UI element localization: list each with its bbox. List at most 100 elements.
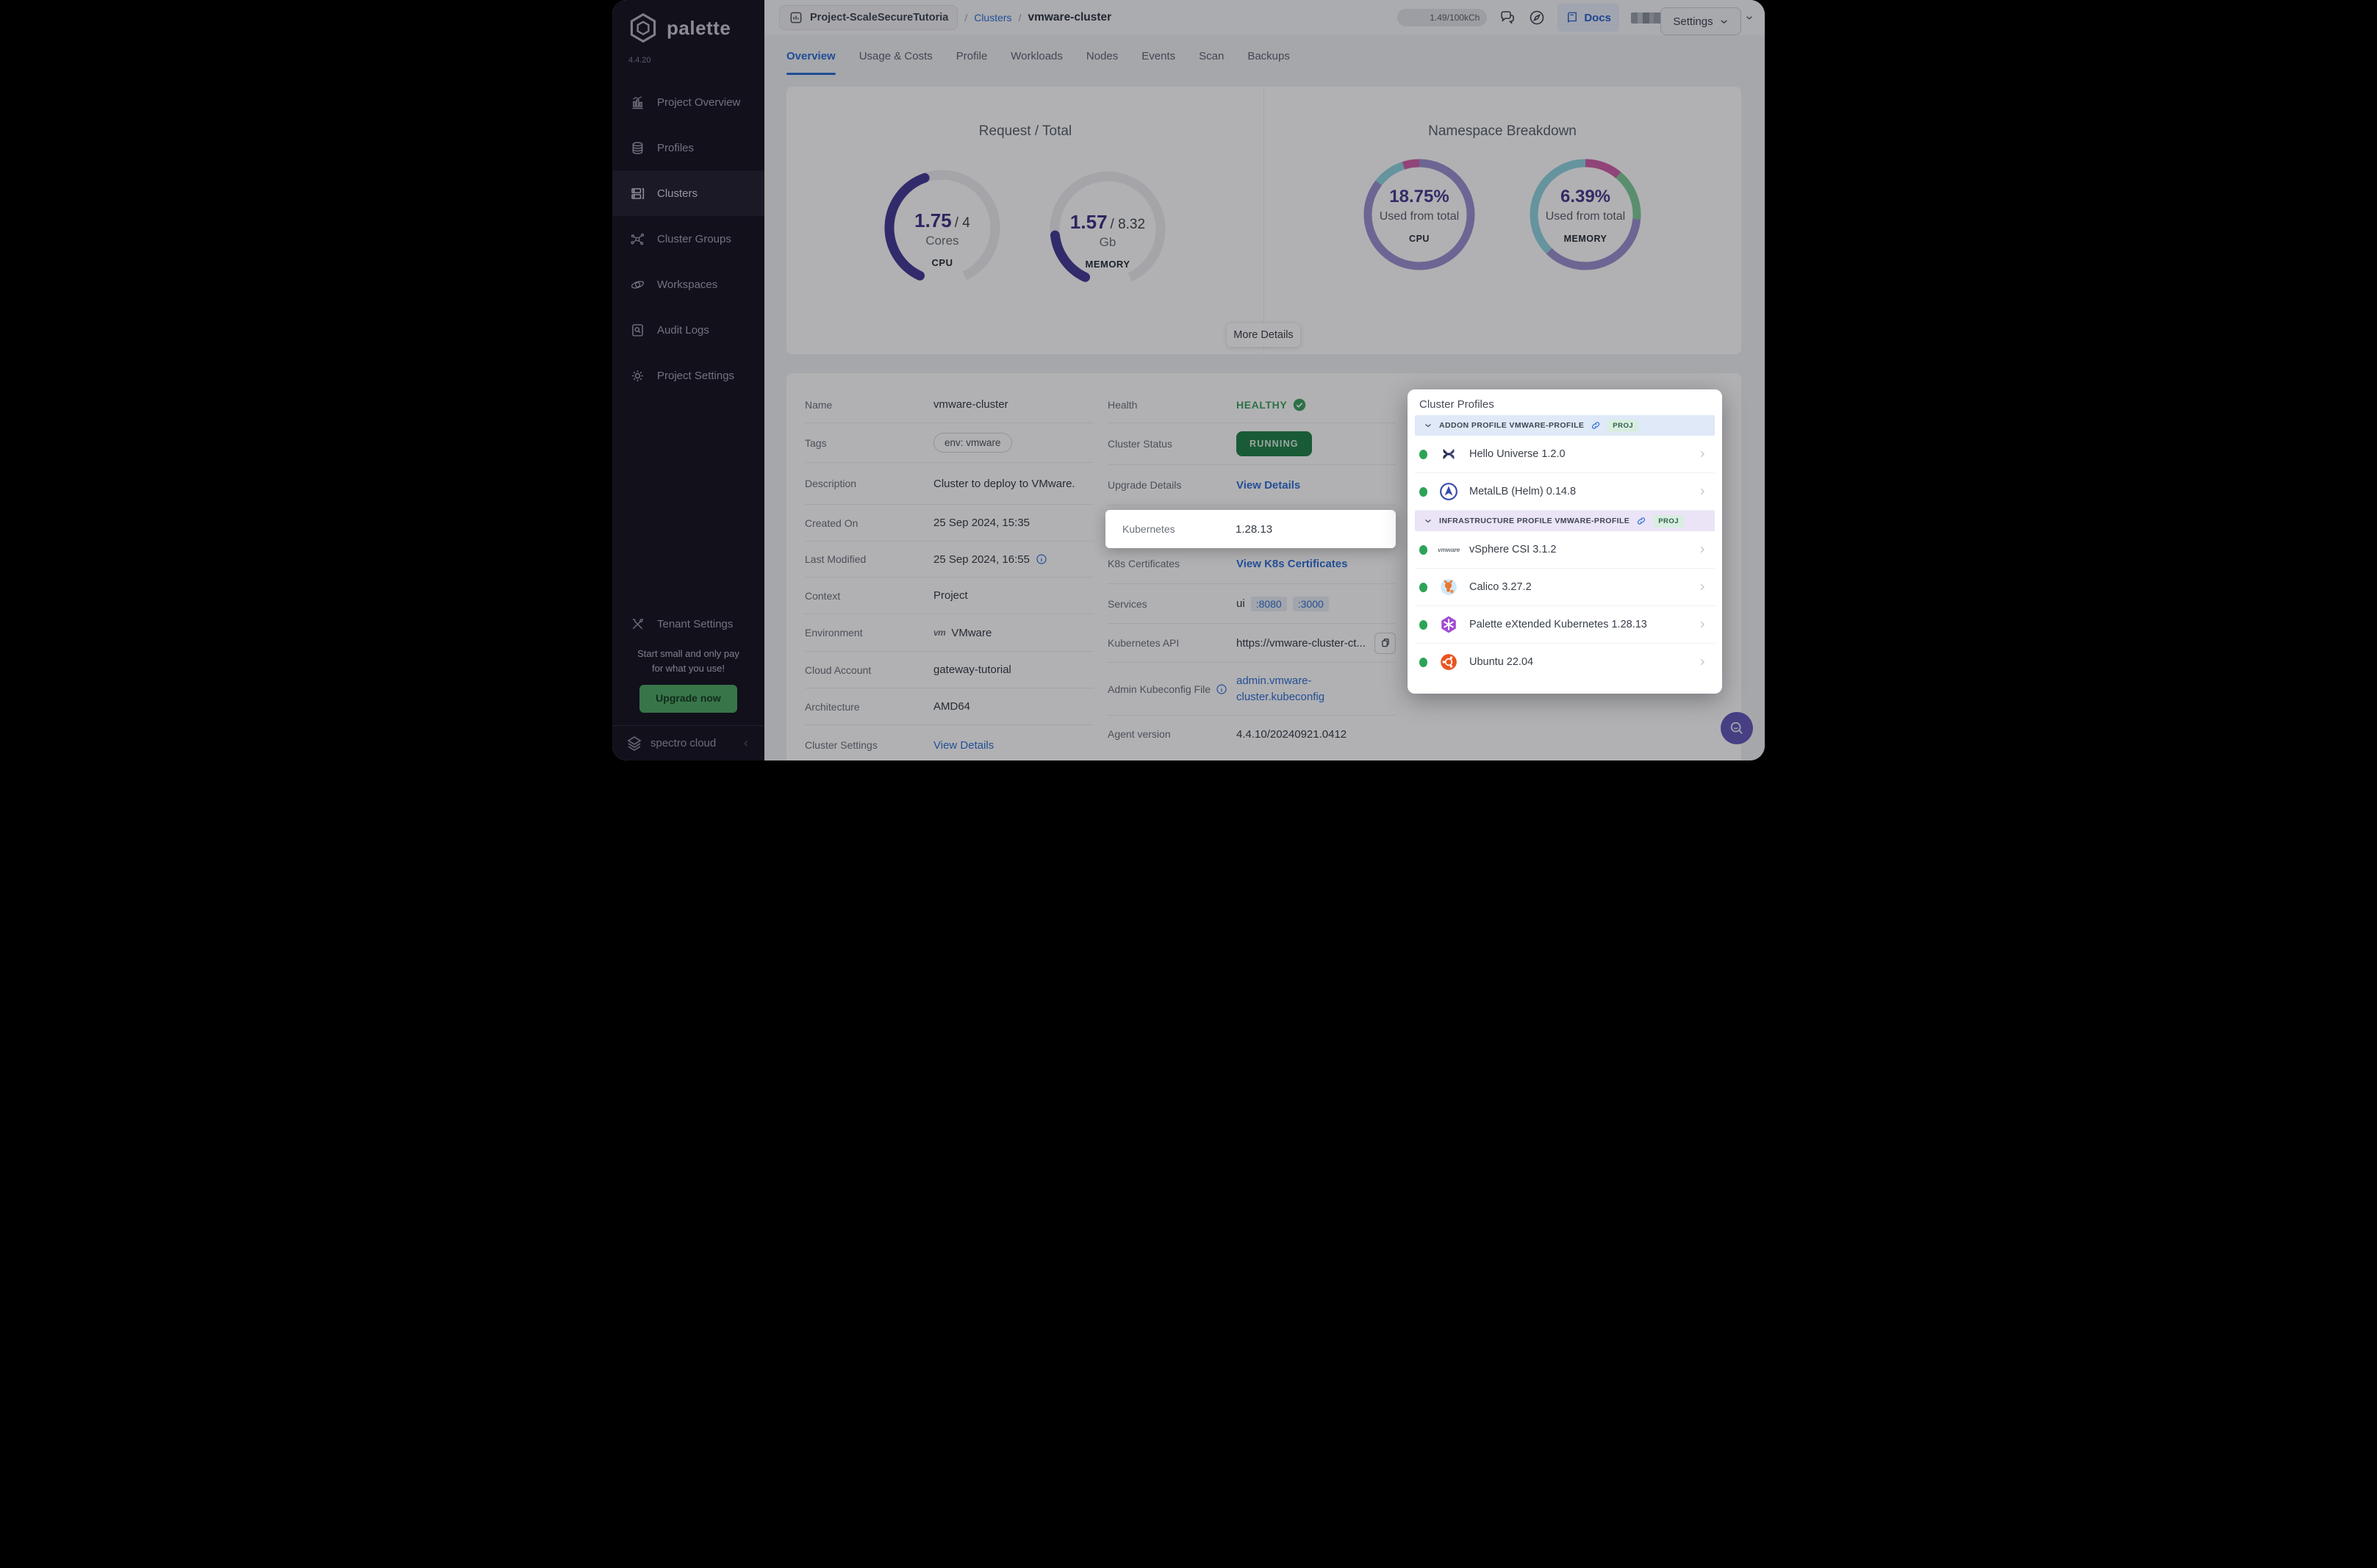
cpu-gauge-text: 1.75/ 4 Cores CPU [880, 209, 1005, 268]
detail-row-tags: Tags env: vmware [805, 423, 1094, 463]
memory-gauge-text: 1.57/ 8.32 Gb MEMORY [1045, 211, 1170, 270]
breadcrumb-clusters-link[interactable]: Clusters [974, 12, 1011, 24]
collapse-sidebar-chevron-left-icon[interactable] [741, 738, 751, 749]
profile-layer-hello-universe[interactable]: Hello Universe 1.2.0 [1415, 436, 1715, 473]
kubernetes-version-spotlight-row[interactable]: Kubernetes 1.28.13 [1105, 510, 1396, 548]
kubernetes-label: Kubernetes [1122, 523, 1175, 535]
tab-events[interactable]: Events [1141, 35, 1175, 76]
request-total-title: Request / Total [978, 123, 1072, 139]
chevron-down-icon [1425, 519, 1431, 523]
kubeconfig-file-link[interactable]: admin.vmware-cluster.kubeconfig [1236, 673, 1396, 705]
book-icon [1568, 12, 1577, 23]
audit-log-icon [632, 323, 643, 337]
tab-backups[interactable]: Backups [1247, 35, 1290, 76]
namespace-cpu-text: 18.75% Used from total CPU [1360, 187, 1478, 244]
copy-icon [1381, 639, 1389, 647]
environment-value: VMware [951, 626, 992, 639]
detail-value: vmware-cluster [933, 398, 1008, 411]
status-dot-green [1419, 544, 1427, 555]
sidebar-item-cluster-groups[interactable]: Cluster Groups [612, 216, 764, 262]
sidebar-item-project-settings[interactable]: Project Settings [612, 353, 764, 398]
detail-row-agent-version: Agent version 4.4.10/20240921.0412 [1108, 716, 1396, 752]
sidebar-item-audit-logs[interactable]: Audit Logs [612, 307, 764, 353]
sidebar-item-workspaces[interactable]: Workspaces [612, 262, 764, 307]
tag-pill: env: vmware [933, 433, 1012, 453]
tab-scan[interactable]: Scan [1199, 35, 1224, 76]
cpu-donut-caption: CPU [1409, 234, 1430, 244]
memory-used-subtitle: Used from total [1545, 210, 1626, 223]
detail-label: Tags [805, 436, 827, 449]
memory-used-percent: 6.39% [1560, 187, 1611, 206]
info-icon[interactable] [1036, 553, 1047, 565]
memory-donut-caption: MEMORY [1563, 234, 1607, 244]
vmware-small-logo: vm [933, 627, 946, 638]
upgrade-view-details-link[interactable]: View Details [1236, 479, 1300, 492]
profile-layer-vsphere-csi[interactable]: vmware vSphere CSI 3.1.2 [1415, 531, 1715, 569]
sidebar-item-label: Audit Logs [657, 323, 709, 337]
hello-universe-icon [1439, 445, 1458, 464]
tab-nodes[interactable]: Nodes [1086, 35, 1118, 76]
sidebar-item-clusters[interactable]: Clusters [612, 170, 764, 216]
profile-layer-name: Calico 3.27.2 [1469, 581, 1532, 593]
copy-api-url-button[interactable] [1374, 632, 1396, 654]
upgrade-now-button[interactable]: Upgrade now [639, 685, 737, 713]
infrastructure-profile-section-header[interactable]: INFRASTRUCTURE PROFILE VMWARE-PROFILE PR… [1415, 511, 1715, 531]
promo-line2: for what you use! [652, 663, 725, 675]
project-chart-icon [790, 12, 802, 24]
docs-button[interactable]: Docs [1557, 4, 1619, 32]
detail-row-k8s-certificates: K8s Certificates View K8s Certificates [1108, 544, 1396, 584]
details-right-column: Health HEALTHY Cluster Status RUNNING Up… [1108, 386, 1396, 752]
sidebar-item-label: Workspaces [657, 278, 718, 291]
service-port-3000-link[interactable]: :3000 [1292, 596, 1329, 611]
profile-layer-ubuntu[interactable]: Ubuntu 22.04 [1415, 644, 1715, 680]
health-status: HEALTHY [1236, 398, 1396, 411]
addon-profile-section-header[interactable]: ADDON PROFILE VMWARE-PROFILE PROJ [1415, 415, 1715, 436]
namespace-memory-text: 6.39% Used from total MEMORY [1527, 187, 1644, 244]
layers-icon [632, 141, 643, 154]
profile-layer-name: Palette eXtended Kubernetes 1.28.13 [1469, 619, 1647, 630]
profile-layer-palette-extended-kubernetes[interactable]: Palette eXtended Kubernetes 1.28.13 [1415, 606, 1715, 644]
detail-row-kubernetes-api: Kubernetes API https://vmware-cluster-ct… [1108, 624, 1396, 663]
tab-usage-costs[interactable]: Usage & Costs [859, 35, 933, 76]
spectro-cloud-logo-icon [627, 736, 642, 751]
sidebar-item-profiles[interactable]: Profiles [612, 125, 764, 170]
usage-credit-pill[interactable]: 1.49/100kCh [1397, 9, 1488, 26]
infrastructure-profile-name: INFRASTRUCTURE PROFILE VMWARE-PROFILE [1439, 517, 1630, 525]
cluster-settings-view-details-link[interactable]: View Details [933, 739, 994, 752]
sidebar-item-label: Tenant Settings [657, 617, 734, 630]
status-dot-green [1419, 619, 1427, 630]
more-details-button[interactable]: More Details [1227, 323, 1300, 347]
detail-label: Last Modified [805, 553, 867, 565]
cpu-used-subtitle: Used from total [1379, 210, 1460, 223]
detail-value: gateway-tutorial [933, 663, 1011, 676]
kubeconfig-label: Admin Kubeconfig File [1108, 683, 1211, 695]
project-selector[interactable]: Project-ScaleSecureTutoria [779, 5, 958, 30]
profile-layer-name: Ubuntu 22.04 [1469, 656, 1534, 668]
sidebar-item-project-overview[interactable]: Project Overview [612, 79, 764, 125]
chat-icon[interactable] [1499, 9, 1516, 26]
logo-wordmark: palette [667, 16, 731, 39]
info-icon[interactable] [1216, 683, 1227, 695]
detail-value: env: vmware [933, 433, 1094, 453]
view-k8s-certificates-link[interactable]: View K8s Certificates [1236, 558, 1347, 570]
cpu-caption: CPU [931, 257, 953, 268]
user-menu-chevron-down-icon[interactable] [1744, 12, 1754, 23]
detail-value: 25 Sep 2024, 15:35 [933, 517, 1030, 529]
profile-layer-metallb[interactable]: MetalLB (Helm) 0.14.8 [1415, 473, 1715, 511]
settings-dropdown-button[interactable]: Settings [1660, 7, 1741, 35]
service-port-8080-link[interactable]: :8080 [1250, 596, 1287, 611]
memory-caption: MEMORY [1085, 259, 1130, 270]
breadcrumb-separator: / [964, 12, 968, 24]
detail-row-environment: Environment vm VMware [805, 614, 1094, 652]
search-fab-button[interactable] [1721, 712, 1753, 744]
profile-layer-calico[interactable]: Calico 3.27.2 [1415, 569, 1715, 606]
detail-label: Name [805, 398, 833, 411]
tab-workloads[interactable]: Workloads [1011, 35, 1063, 76]
detail-label: Description [805, 478, 857, 489]
tab-profile[interactable]: Profile [956, 35, 988, 76]
sidebar-item-tenant-settings[interactable]: Tenant Settings [612, 601, 764, 647]
tab-overview[interactable]: Overview [786, 35, 836, 76]
sidebar-tenant-settings-wrap: Tenant Settings [612, 601, 764, 647]
link-icon [1638, 517, 1646, 525]
compass-icon[interactable] [1528, 9, 1546, 26]
